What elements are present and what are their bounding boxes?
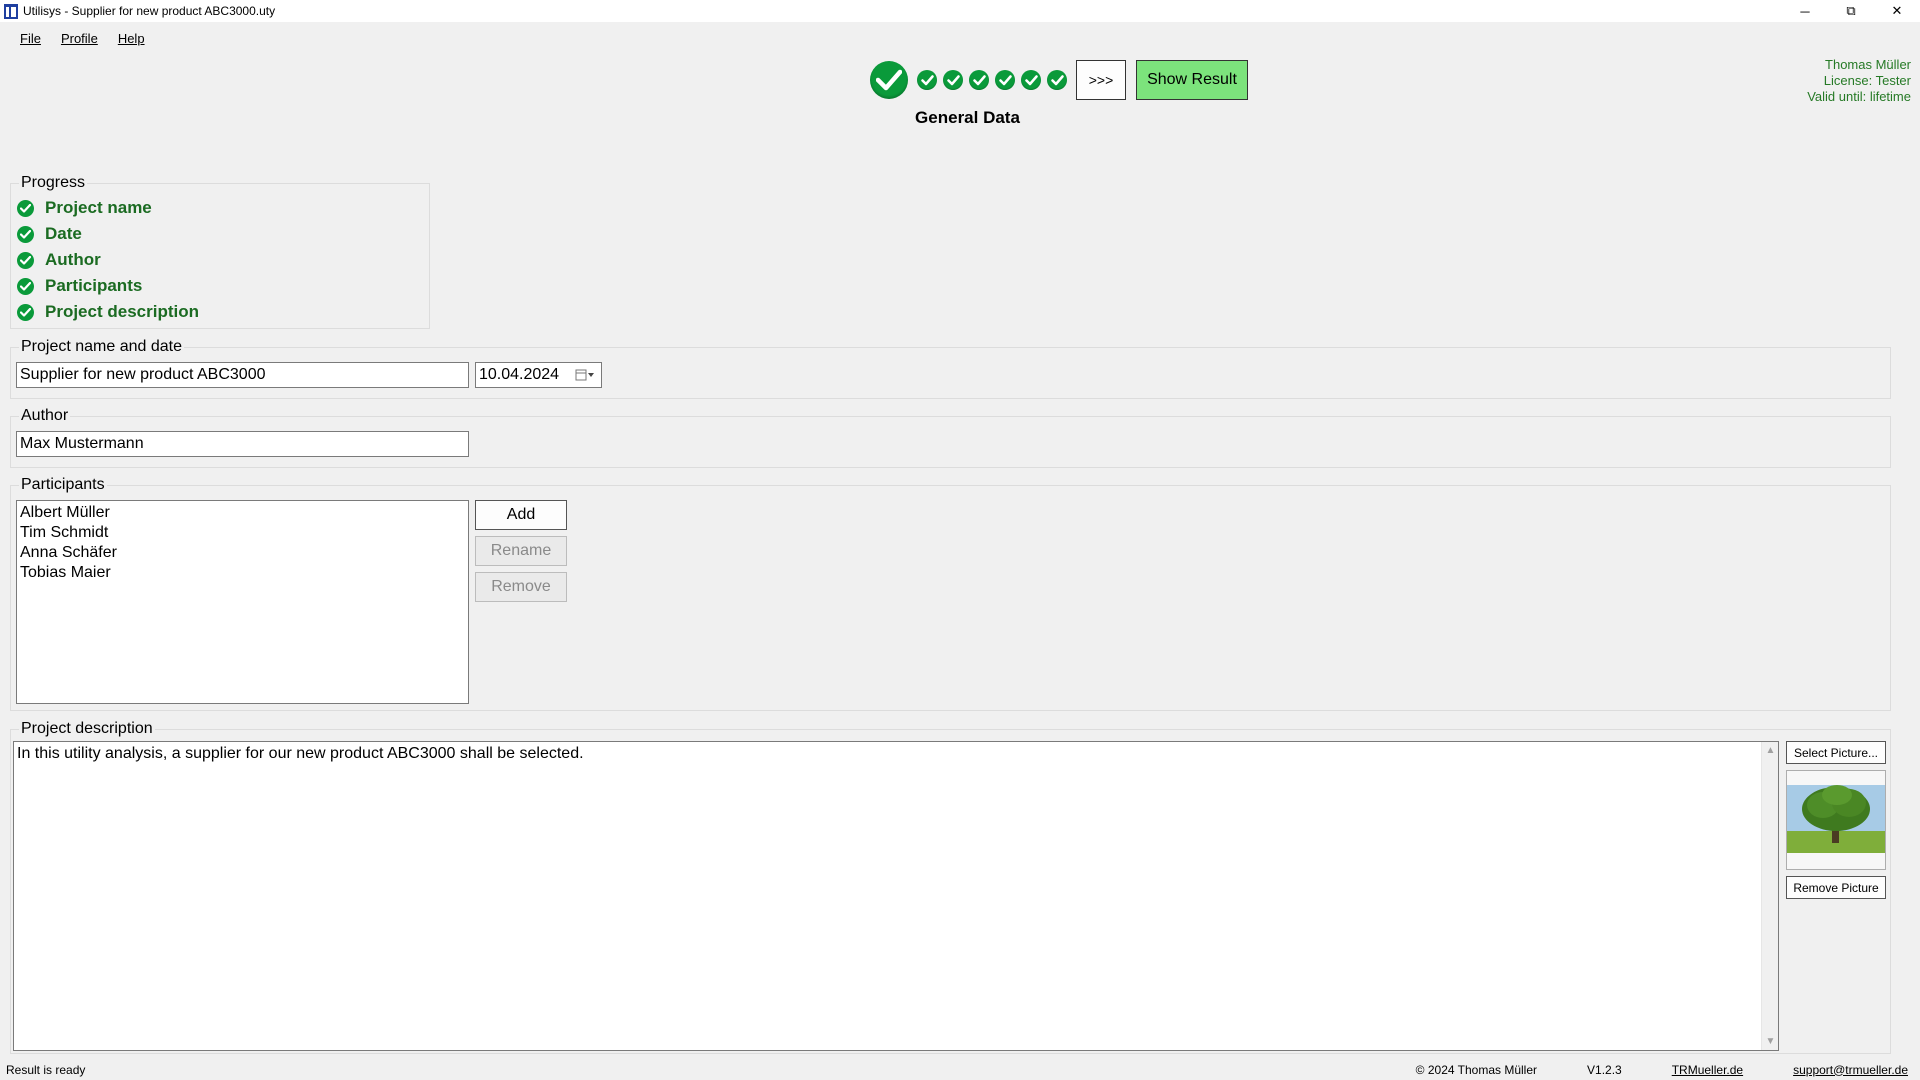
- check-icon: [17, 251, 34, 269]
- check-icon: [17, 303, 34, 321]
- project-description-textarea[interactable]: In this utility analysis, a supplier for…: [13, 741, 1779, 1051]
- license-user: Thomas Müller: [1825, 57, 1911, 72]
- step-7-check-icon[interactable]: [1047, 70, 1067, 90]
- author-group-label: Author: [19, 407, 71, 425]
- project-date-value: 10.04.2024: [479, 366, 560, 383]
- license-validity: Valid until: lifetime: [1807, 89, 1911, 104]
- minimize-button[interactable]: ─: [1782, 0, 1828, 22]
- step-1-check-icon[interactable]: [870, 61, 908, 99]
- status-bar: Result is ready © 2024 Thomas Müller V1.…: [0, 1059, 1920, 1080]
- calendar-dropdown-icon[interactable]: [575, 369, 595, 381]
- step-5-check-icon[interactable]: [995, 70, 1015, 90]
- copyright-text: © 2024 Thomas Müller: [1415, 1062, 1538, 1077]
- status-message: Result is ready: [6, 1062, 86, 1077]
- participant-item[interactable]: Tobias Maier: [20, 563, 465, 583]
- rename-participant-button[interactable]: Rename: [475, 536, 567, 566]
- app-icon: [4, 3, 18, 19]
- progress-item-author: Author: [17, 250, 101, 270]
- progress-group: Progress Project name Date Author Partic…: [10, 174, 430, 329]
- project-group-label: Project name and date: [19, 338, 184, 356]
- step-navigation: >>> Show Result: [870, 60, 1248, 100]
- version-text: V1.2.3: [1587, 1062, 1622, 1077]
- menu-profile[interactable]: Profile: [51, 31, 108, 46]
- window-controls: ─ ⧉ ✕: [1782, 0, 1920, 22]
- participants-group-label: Participants: [19, 476, 107, 494]
- close-button[interactable]: ✕: [1874, 0, 1920, 22]
- restore-button[interactable]: ⧉: [1828, 0, 1874, 22]
- menu-help[interactable]: Help: [108, 31, 155, 46]
- step-2-check-icon[interactable]: [917, 70, 937, 90]
- progress-item-participants: Participants: [17, 276, 142, 296]
- project-picture: [1786, 770, 1886, 870]
- step-3-check-icon[interactable]: [943, 70, 963, 90]
- project-name-input[interactable]: Supplier for new product ABC3000: [16, 362, 469, 388]
- participant-item[interactable]: Albert Müller: [20, 503, 465, 523]
- check-icon: [17, 277, 34, 295]
- title-bar: Utilisys - Supplier for new product ABC3…: [0, 0, 1920, 22]
- scroll-down-icon[interactable]: ▼: [1762, 1033, 1779, 1050]
- select-picture-button[interactable]: Select Picture...: [1786, 741, 1886, 764]
- progress-item-label: Participants: [45, 276, 143, 295]
- support-email-link[interactable]: support@trmueller.de: [1793, 1063, 1908, 1077]
- participant-item[interactable]: Tim Schmidt: [20, 523, 465, 543]
- description-scrollbar[interactable]: ▲ ▼: [1761, 742, 1778, 1050]
- status-right: © 2024 Thomas Müller V1.2.3 TRMueller.de…: [1366, 1063, 1908, 1077]
- menu-bar: File Profile Help: [0, 26, 155, 50]
- check-icon: [17, 199, 34, 217]
- participant-item[interactable]: Anna Schäfer: [20, 543, 465, 563]
- progress-group-label: Progress: [19, 174, 88, 192]
- progress-item-project-name: Project name: [17, 198, 152, 218]
- show-result-button[interactable]: Show Result: [1136, 60, 1248, 100]
- project-date-picker[interactable]: 10.04.2024: [475, 362, 602, 388]
- step-4-check-icon[interactable]: [969, 70, 989, 90]
- add-participant-button[interactable]: Add: [475, 500, 567, 530]
- license-info: Thomas Müller License: Tester Valid unti…: [1807, 57, 1911, 105]
- project-description-text: In this utility analysis, a supplier for…: [17, 745, 584, 762]
- progress-item-label: Project name: [45, 198, 152, 217]
- progress-item-label: Author: [45, 250, 101, 269]
- scroll-up-icon[interactable]: ▲: [1762, 742, 1779, 759]
- menu-file[interactable]: File: [0, 31, 51, 46]
- description-group-label: Project description: [19, 720, 155, 738]
- tree-picture: [1787, 771, 1885, 869]
- license-type: License: Tester: [1823, 73, 1911, 88]
- current-step-title: General Data: [915, 108, 1020, 127]
- remove-picture-button[interactable]: Remove Picture: [1786, 876, 1886, 899]
- check-icon: [17, 225, 34, 243]
- progress-item-label: Date: [45, 224, 82, 243]
- progress-item-project-description: Project description: [17, 302, 199, 322]
- next-step-button[interactable]: >>>: [1076, 60, 1126, 100]
- progress-item-label: Project description: [45, 302, 199, 321]
- progress-item-date: Date: [17, 224, 82, 244]
- window-title: Utilisys - Supplier for new product ABC3…: [23, 4, 276, 18]
- website-link[interactable]: TRMueller.de: [1672, 1063, 1743, 1077]
- participants-list[interactable]: Albert Müller Tim Schmidt Anna Schäfer T…: [16, 500, 469, 704]
- remove-participant-button[interactable]: Remove: [475, 572, 567, 602]
- step-6-check-icon[interactable]: [1021, 70, 1041, 90]
- author-input[interactable]: Max Mustermann: [16, 431, 469, 457]
